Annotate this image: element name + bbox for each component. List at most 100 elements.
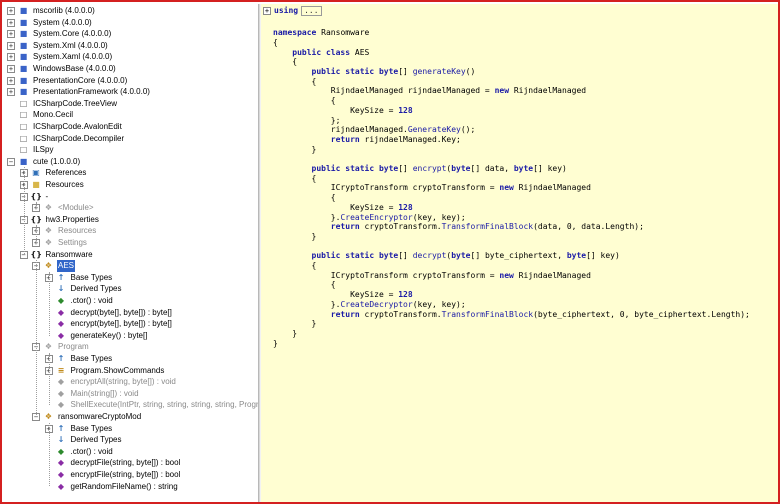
tree-node[interactable]: ↓ Derived Types	[42, 283, 255, 295]
tree-node[interactable]: + ■ Resources	[17, 179, 255, 191]
using-directives-collapsed[interactable]: + using...	[263, 6, 322, 17]
tree-node[interactable]: + ❖ Settings	[29, 237, 254, 249]
code-line: }.CreateDecryptor(key, key);	[273, 300, 466, 310]
code-line: return cryptoTransform.TransformFinalBlo…	[273, 222, 644, 232]
tree-node[interactable]: ◆ encryptAll(string, byte[]) : void	[42, 376, 255, 388]
collapsed-region-marker[interactable]: ...	[301, 6, 322, 16]
code-line: RijndaelManaged rijndaelManaged = new Ri…	[273, 86, 586, 96]
class-icon: ❖	[44, 226, 53, 236]
expand-icon[interactable]: +	[7, 65, 15, 73]
base-types-icon: ↑	[57, 272, 65, 282]
class-icon: ❖	[44, 203, 53, 213]
tree-node[interactable]: ◆ .ctor() : void	[42, 295, 255, 307]
tree-node[interactable]: + ■ PresentationCore (4.0.0.0)	[4, 75, 254, 87]
tree-node-label: <Module>	[58, 203, 94, 213]
tree-node[interactable]: + ■ PresentationFramework (4.0.0.0)	[4, 86, 254, 98]
tree-node[interactable]: □ Mono.Cecil	[4, 109, 254, 121]
tree-node[interactable]: ◆ getRandomFileName() : string	[42, 481, 255, 493]
tree-node[interactable]: □ ICSharpCode.TreeView	[4, 98, 254, 110]
tree-node[interactable]: −{} -	[17, 191, 255, 203]
tree-node[interactable]: ◆ encryptFile(string, byte[]) : bool	[42, 469, 255, 481]
tree-node-label: References	[45, 168, 87, 178]
tree-node[interactable]: □ ICSharpCode.Decompiler	[4, 133, 254, 145]
constructor-icon: ◆	[57, 446, 65, 456]
code-text: (data, 0, data.Length);	[533, 222, 644, 232]
tree-node[interactable]: + ■ WindowsBase (4.0.0.0)	[4, 63, 254, 75]
references-icon: ▣	[32, 168, 40, 178]
tree-node[interactable]: + ❖ Resources	[29, 225, 254, 237]
code-text: KeySize =	[273, 105, 399, 115]
tree-node[interactable]: − ❖ AES	[29, 260, 254, 272]
tree-node[interactable]: −{} hw3.Properties	[17, 214, 255, 226]
tree-node[interactable]: + ■ System.Xml (4.0.0.0)	[4, 40, 254, 52]
tree-node-label: Base Types	[70, 272, 113, 282]
tree-node[interactable]: ◆ generateKey() : byte[]	[42, 330, 255, 342]
tree-node[interactable]: − ❖ ransomwareCryptoMod	[29, 411, 254, 423]
expand-icon[interactable]: +	[7, 30, 15, 39]
tree-node[interactable]: ◆ .ctor() : void	[42, 446, 255, 458]
assembly-icon: ■	[19, 75, 28, 85]
tree-node-label: ICSharpCode.TreeView	[33, 98, 118, 108]
code-text: ICryptoTransform cryptoTransform =	[273, 270, 500, 280]
expand-icon[interactable]: +	[7, 18, 15, 27]
collapse-icon[interactable]: −	[7, 157, 15, 166]
code-keyword: public class	[292, 47, 351, 57]
code-text: RijndaelManaged	[513, 270, 591, 280]
tree-node[interactable]: ◆ ShellExecute(IntPtr, string, string, st…	[42, 399, 258, 411]
code-line: public static byte[] decrypt(byte[] byte…	[273, 251, 620, 261]
tree-node-label: ICSharpCode.Decompiler	[33, 133, 125, 143]
tree-node[interactable]: ◆ decrypt(byte[], byte[]) : byte[]	[42, 307, 255, 319]
tree-node[interactable]: □ ICSharpCode.AvalonEdit	[4, 121, 254, 133]
code-text: }.	[273, 212, 341, 222]
tree-node[interactable]: + ↑ Base Types	[42, 353, 255, 365]
tree-node-label: ILSpy	[33, 145, 54, 155]
tree-node[interactable]: ◆ encrypt(byte[], byte[]) : byte[]	[42, 318, 255, 330]
tree-node-label: encryptAll(string, byte[]) : void	[70, 377, 176, 387]
namespace-icon: {}	[30, 191, 42, 201]
using-keyword: using	[274, 6, 299, 15]
tree-node[interactable]: □ ILSpy	[4, 144, 254, 156]
tree-node[interactable]: −{} Ransomware	[17, 249, 255, 261]
tree-node[interactable]: + ❖ <Module>	[29, 202, 254, 214]
tree-guide-line	[23, 167, 25, 255]
tree-node[interactable]: ◆ Main(string[]) : void	[42, 388, 255, 400]
expand-icon[interactable]: +	[7, 88, 15, 97]
code-keyword: public static byte	[311, 67, 399, 76]
tree-node[interactable]: ↓ Derived Types	[42, 434, 255, 446]
code-line: {	[273, 280, 336, 290]
tree-node[interactable]: + ■ System.Core (4.0.0.0)	[4, 28, 254, 40]
tree-node[interactable]: + ■ mscorlib (4.0.0.0)	[4, 5, 254, 17]
code-keyword: new	[499, 270, 514, 280]
code-line: KeySize = 128	[273, 203, 413, 213]
expand-icon[interactable]: +	[7, 53, 15, 62]
expand-icon[interactable]: +	[7, 7, 15, 15]
tree-node[interactable]: + ▣ References	[17, 167, 255, 179]
tree-node[interactable]: ◆ decryptFile(string, byte[]) : bool	[42, 457, 255, 469]
tree-node[interactable]: − ■ cute (1.0.0.0)	[4, 156, 254, 168]
tree-node[interactable]: + ↑ Base Types	[42, 423, 255, 435]
tree-node[interactable]: − ❖ Program	[29, 341, 254, 353]
code-view-pane[interactable]: + using... namespace Ransomware{ public c…	[261, 4, 778, 502]
tree-node-label: Derived Types	[70, 284, 122, 294]
tree-node[interactable]: + ≡ Program.ShowCommands	[42, 365, 255, 377]
code-keyword: return	[330, 309, 360, 319]
assembly-icon: ■	[19, 64, 28, 73]
assembly-tree-pane[interactable]: + ■ mscorlib (4.0.0.0) + ■ System (4.0.0.0) + ■…	[4, 4, 258, 502]
tree-node[interactable]: + ↑ Base Types	[42, 272, 255, 284]
assembly-icon: ■	[19, 17, 28, 27]
file-icon: □	[19, 122, 28, 131]
tree-node-label: .ctor() : void	[70, 446, 113, 456]
tree-node[interactable]: + ■ System.Xaml (4.0.0.0)	[4, 51, 254, 63]
expand-icon[interactable]: +	[7, 41, 15, 50]
code-text: }	[273, 144, 317, 154]
expand-using-icon[interactable]: +	[263, 6, 271, 15]
namespace-icon: {}	[30, 249, 42, 259]
tree-node[interactable]: + ■ System (4.0.0.0)	[4, 17, 254, 29]
expand-icon[interactable]: +	[7, 76, 15, 85]
code-keyword: byte	[451, 251, 471, 261]
code-identifier: generateKey	[412, 67, 466, 76]
